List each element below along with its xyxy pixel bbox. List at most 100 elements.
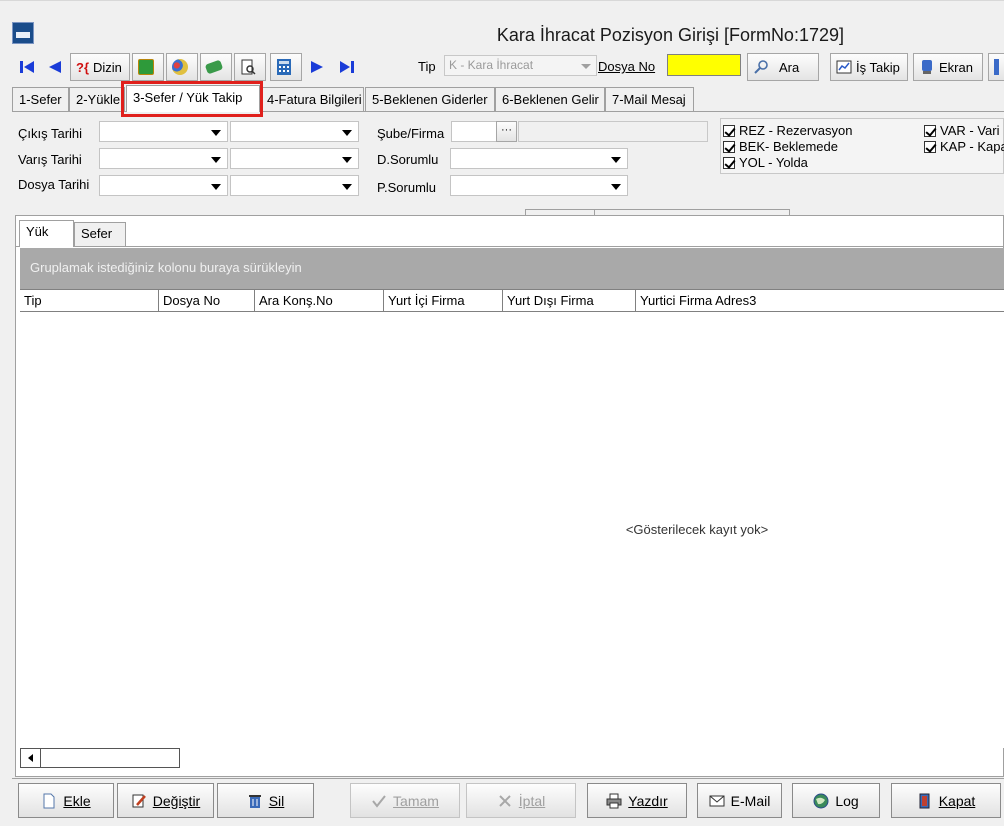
column-header-dosya-no[interactable]: Dosya No	[159, 290, 255, 311]
status-bek-label: BEK- Beklemede	[739, 139, 838, 154]
sube-firma-lookup-button[interactable]: ···	[496, 121, 517, 142]
email-button[interactable]: E-Mail	[697, 783, 782, 818]
active-tab-highlight	[121, 81, 263, 117]
status-rez-label: REZ - Rezervasyon	[739, 123, 853, 138]
status-var-label: VAR - Vari	[940, 123, 1000, 138]
tip-select-value: K - Kara İhracat	[449, 58, 534, 72]
dizin-button[interactable]: ?{ Dizin	[70, 53, 130, 81]
window-title: Kara İhracat Pozisyon Girişi [FormNo:172…	[496, 25, 844, 45]
column-header-ara-kons-no[interactable]: Ara Konş.No	[255, 290, 384, 311]
column-header-yurt-ici-firma[interactable]: Yurt İçi Firma	[384, 290, 503, 311]
dosya-tarihi-start[interactable]	[99, 175, 228, 196]
ekran-button[interactable]: Ekran	[913, 53, 983, 81]
degistir-button[interactable]: Değiştir	[117, 783, 214, 818]
palette-icon	[172, 59, 188, 75]
tab-yuk[interactable]: Yük	[19, 220, 74, 247]
column-header-yurt-disi-firma[interactable]: Yurt Dışı Firma	[503, 290, 636, 311]
delete-icon	[248, 794, 261, 808]
email-label: E-Mail	[730, 792, 771, 809]
print-preview-button[interactable]	[234, 53, 266, 81]
d-sorumlu-select[interactable]	[450, 148, 628, 169]
yazdir-label: Yazdır	[628, 792, 668, 809]
checkbox-checked-icon	[924, 140, 936, 153]
previous-record-button[interactable]	[42, 53, 68, 81]
tamam-label: Tamam	[393, 792, 439, 809]
tab-yukle[interactable]: 2-Yükle	[69, 87, 125, 111]
tab-sefer[interactable]: 1-Sefer	[12, 87, 69, 111]
printer-icon	[606, 793, 622, 808]
ekran-label: Ekran	[939, 59, 973, 75]
overflow-button[interactable]	[988, 53, 1004, 81]
ekle-button[interactable]: Ekle	[18, 783, 114, 818]
next-record-button[interactable]	[304, 53, 330, 81]
book-icon	[138, 59, 154, 75]
status-kap-checkbox[interactable]: KAP - Kapa	[924, 139, 1004, 154]
status-yol-checkbox[interactable]: YOL - Yolda	[723, 155, 808, 170]
tip-select[interactable]: K - Kara İhracat	[444, 55, 597, 76]
chevron-down-icon	[611, 157, 621, 163]
chevron-down-icon	[211, 130, 221, 136]
dosya-no-input[interactable]	[667, 54, 741, 76]
cikis-tarihi-label: Çıkış Tarihi	[18, 126, 83, 141]
tab-beklenen-giderler[interactable]: 5-Beklenen Giderler	[365, 87, 495, 111]
sil-label: Sil	[268, 792, 285, 809]
sube-firma-code[interactable]	[451, 121, 497, 142]
log-button[interactable]: Log	[792, 783, 880, 818]
cikis-tarihi-start[interactable]	[99, 121, 228, 142]
calculator-button[interactable]	[270, 53, 302, 81]
column-header-yurtici-firma-adres3[interactable]: Yurtici Firma Adres3	[636, 290, 1004, 311]
status-kap-label: KAP - Kapa	[940, 139, 1004, 154]
yazdir-button[interactable]: Yazdır	[587, 783, 687, 818]
d-sorumlu-label: D.Sorumlu	[377, 152, 439, 167]
status-yol-label: YOL - Yolda	[739, 155, 808, 170]
exit-door-icon	[919, 793, 930, 808]
chart-icon	[836, 60, 852, 74]
globe-icon	[813, 793, 829, 808]
p-sorumlu-select[interactable]	[450, 175, 628, 196]
iptal-button[interactable]: İptal	[466, 783, 576, 818]
kapat-button[interactable]: Kapat	[891, 783, 1001, 818]
chevron-down-icon	[342, 157, 352, 163]
varis-tarihi-end[interactable]	[230, 148, 359, 169]
money-button[interactable]	[200, 53, 232, 81]
palette-button[interactable]	[166, 53, 198, 81]
next-icon	[311, 61, 323, 73]
group-by-panel[interactable]: Gruplamak istediğiniz kolonu buraya sürü…	[20, 248, 1004, 289]
dosya-no-label: Dosya No	[598, 59, 655, 74]
edit-icon	[132, 794, 146, 807]
cikis-tarihi-end[interactable]	[230, 121, 359, 142]
previous-icon	[49, 61, 61, 73]
tamam-button[interactable]: Tamam	[350, 783, 460, 818]
ara-label: Ara	[779, 59, 800, 75]
chevron-down-icon	[342, 130, 352, 136]
dosya-tarihi-label: Dosya Tarihi	[18, 177, 90, 192]
dosya-tarihi-end[interactable]	[230, 175, 359, 196]
tab-mail-mesaj[interactable]: 7-Mail Mesaj	[605, 87, 694, 111]
status-rez-checkbox[interactable]: REZ - Rezervasyon	[723, 123, 852, 138]
horizontal-scrollbar[interactable]	[20, 748, 180, 768]
status-bek-checkbox[interactable]: BEK- Beklemede	[723, 139, 838, 154]
cancel-icon	[499, 794, 511, 807]
varis-tarihi-start[interactable]	[99, 148, 228, 169]
checkbox-checked-icon	[924, 124, 936, 137]
sil-button[interactable]: Sil	[217, 783, 314, 818]
sube-firma-name	[518, 121, 708, 142]
last-record-button[interactable]	[334, 53, 360, 81]
inner-tab-line	[16, 246, 1004, 247]
check-icon	[372, 794, 386, 808]
status-var-checkbox[interactable]: VAR - Vari	[924, 123, 999, 138]
ara-button[interactable]: Ara	[747, 53, 819, 81]
tab-beklenen-gelir[interactable]: 6-Beklenen Gelir	[495, 87, 605, 111]
column-header-tip[interactable]: Tip	[20, 290, 159, 311]
book-button[interactable]	[132, 53, 164, 81]
p-sorumlu-label: P.Sorumlu	[377, 180, 437, 195]
first-record-button[interactable]	[14, 53, 40, 81]
dizin-icon: ?{	[76, 59, 89, 75]
scroll-left-icon[interactable]	[21, 749, 41, 767]
tab-inner-sefer[interactable]: Sefer	[74, 222, 126, 246]
grid-header: Tip Dosya No Ara Konş.No Yurt İçi Firma …	[20, 289, 1004, 312]
grid-body[interactable]: <Gösterilecek kayıt yok>	[20, 312, 1004, 748]
is-takip-button[interactable]: İş Takip	[830, 53, 908, 81]
tab-fatura-bilgileri[interactable]: 4-Fatura Bilgileri	[260, 87, 364, 111]
varis-tarihi-label: Varış Tarihi	[18, 152, 82, 167]
